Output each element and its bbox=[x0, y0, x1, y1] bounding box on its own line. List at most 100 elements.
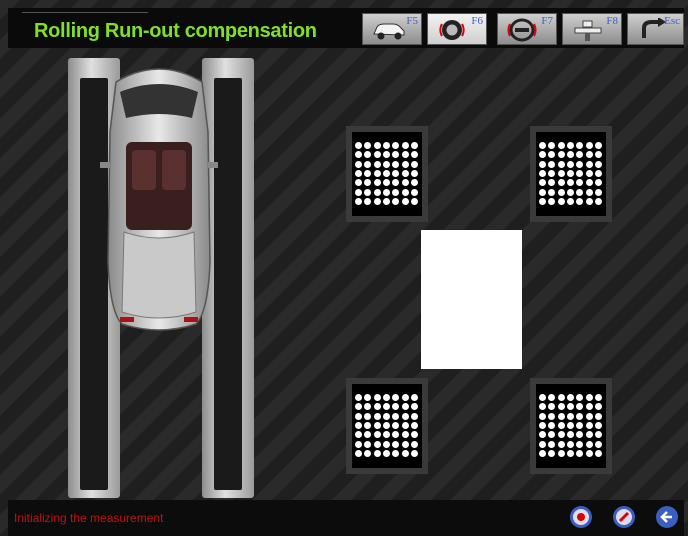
target-dot bbox=[585, 142, 593, 150]
target-dot bbox=[364, 188, 372, 196]
target-dot bbox=[548, 170, 556, 177]
tool-button-f5[interactable]: F5 bbox=[362, 13, 422, 45]
target-dot bbox=[557, 431, 565, 439]
target-dot bbox=[576, 449, 584, 457]
target-dot bbox=[567, 394, 574, 402]
target-dot bbox=[539, 422, 547, 429]
target-dot bbox=[567, 440, 574, 448]
target-dot bbox=[401, 151, 409, 159]
target-dot bbox=[401, 197, 409, 205]
target-dot bbox=[364, 449, 372, 457]
target-dot bbox=[373, 188, 381, 196]
car-icon bbox=[373, 23, 405, 40]
camera-view-panel bbox=[421, 230, 522, 369]
target-dot bbox=[585, 431, 593, 439]
target-dot bbox=[539, 394, 547, 402]
tool-key-label: Esc bbox=[664, 15, 680, 27]
target-dot bbox=[364, 179, 372, 187]
target-dot bbox=[410, 170, 418, 177]
target-dot-grid bbox=[355, 142, 419, 206]
tool-button-esc[interactable]: Esc bbox=[627, 13, 684, 45]
tool-button-f6[interactable]: F6 bbox=[427, 13, 487, 45]
back-button[interactable] bbox=[656, 506, 678, 528]
target-dot bbox=[410, 160, 418, 168]
target-dot bbox=[576, 394, 584, 402]
target-dot bbox=[383, 431, 390, 439]
target-dot bbox=[392, 142, 400, 150]
target-dot bbox=[392, 431, 400, 439]
target-dot bbox=[557, 179, 565, 187]
target-dot bbox=[576, 431, 584, 439]
target-dot bbox=[548, 403, 556, 411]
target-dot bbox=[585, 403, 593, 411]
target-dot bbox=[364, 170, 372, 177]
target-dot bbox=[567, 403, 574, 411]
target-dot bbox=[548, 197, 556, 205]
tool-key-label: F8 bbox=[606, 15, 618, 27]
wheel-settings-icon bbox=[616, 509, 632, 525]
target-dot bbox=[355, 394, 363, 402]
target-dot bbox=[392, 151, 400, 159]
target-dot bbox=[383, 170, 390, 177]
target-dot bbox=[392, 422, 400, 429]
target-dot bbox=[585, 160, 593, 168]
target-dot bbox=[401, 179, 409, 187]
target-dot bbox=[364, 197, 372, 205]
target-dot bbox=[567, 170, 574, 177]
target-dot bbox=[383, 151, 390, 159]
target-dot bbox=[539, 160, 547, 168]
car-top-view bbox=[100, 68, 218, 331]
main-window: Rolling Run-out compensation F5 F6 F7 F8… bbox=[0, 0, 688, 536]
target-dot bbox=[364, 412, 372, 420]
target-dot-grid bbox=[355, 394, 419, 458]
target-dot bbox=[410, 188, 418, 196]
target-dot bbox=[594, 160, 602, 168]
target-dot bbox=[410, 431, 418, 439]
target-dot bbox=[392, 440, 400, 448]
target-dot bbox=[539, 170, 547, 177]
target-dot bbox=[355, 188, 363, 196]
target-dot bbox=[364, 151, 372, 159]
target-dot bbox=[373, 449, 381, 457]
target-dot bbox=[355, 412, 363, 420]
target-dot bbox=[539, 142, 547, 150]
target-dot bbox=[355, 431, 363, 439]
measure-button[interactable] bbox=[570, 506, 592, 528]
target-dot bbox=[576, 170, 584, 177]
target-dot bbox=[383, 179, 390, 187]
steering-wheel-icon bbox=[507, 18, 537, 42]
target-dot bbox=[594, 449, 602, 457]
target-dot bbox=[355, 403, 363, 411]
target-dot bbox=[373, 197, 381, 205]
tool-button-f7[interactable]: F7 bbox=[497, 13, 557, 45]
status-message: Initializing the measurement bbox=[14, 511, 164, 525]
target-dot bbox=[355, 197, 363, 205]
target-dot bbox=[567, 412, 574, 420]
target-dot bbox=[548, 431, 556, 439]
target-dot bbox=[548, 151, 556, 159]
target-dot bbox=[383, 449, 390, 457]
target-dot bbox=[539, 412, 547, 420]
target-dot bbox=[401, 403, 409, 411]
target-dot bbox=[557, 403, 565, 411]
target-dot bbox=[576, 188, 584, 196]
settings-button[interactable] bbox=[613, 506, 635, 528]
target-dot bbox=[355, 170, 363, 177]
target-dot bbox=[410, 179, 418, 187]
target-dot bbox=[410, 422, 418, 429]
target-dot bbox=[410, 151, 418, 159]
target-dot bbox=[557, 151, 565, 159]
target-dot bbox=[594, 394, 602, 402]
target-dot-grid bbox=[539, 142, 603, 206]
target-dot bbox=[355, 179, 363, 187]
target-dot bbox=[557, 412, 565, 420]
target-dot bbox=[401, 440, 409, 448]
target-dot bbox=[548, 422, 556, 429]
target-dot bbox=[383, 422, 390, 429]
target-dot bbox=[557, 197, 565, 205]
target-dot bbox=[539, 179, 547, 187]
tool-button-f8[interactable]: F8 bbox=[562, 13, 622, 45]
target-front-right bbox=[530, 126, 612, 222]
target-dot bbox=[594, 197, 602, 205]
target-dot bbox=[355, 440, 363, 448]
